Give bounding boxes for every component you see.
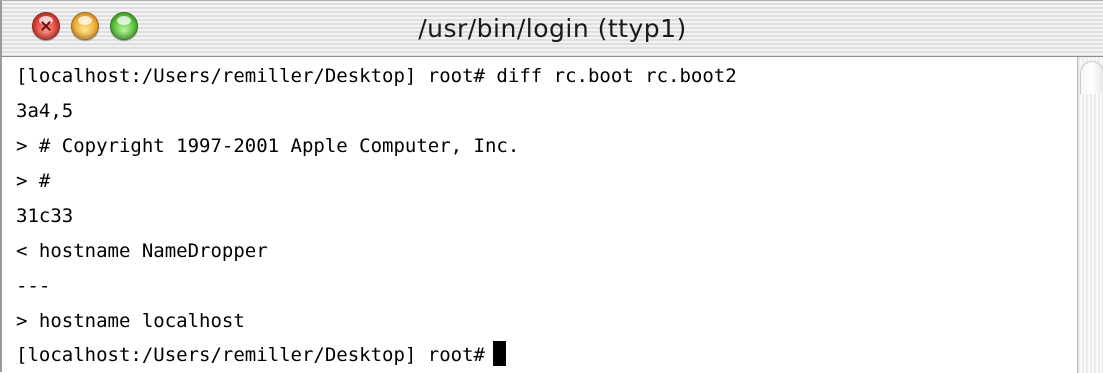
- close-icon: [40, 20, 52, 32]
- terminal-line: < hostname NameDropper: [16, 240, 268, 262]
- scrollbar-track-cap[interactable]: [1080, 61, 1103, 94]
- prompt-text: [localhost:/Users/remiller/Desktop] root…: [16, 344, 485, 366]
- window-title: /usr/bin/login (ttyp1): [418, 14, 687, 43]
- title-bar[interactable]: /usr/bin/login (ttyp1): [2, 1, 1103, 57]
- terminal-output[interactable]: [localhost:/Users/remiller/Desktop] root…: [2, 57, 1077, 373]
- terminal-line: > hostname localhost: [16, 310, 245, 332]
- terminal-line: > # Copyright 1997-2001 Apple Computer, …: [16, 135, 520, 157]
- text-cursor: [493, 341, 506, 366]
- vertical-scrollbar[interactable]: [1077, 57, 1103, 373]
- terminal-line: [localhost:/Users/remiller/Desktop] root…: [16, 65, 737, 87]
- terminal-line: ---: [16, 275, 51, 297]
- prompt-line[interactable]: [localhost:/Users/remiller/Desktop] root…: [16, 340, 506, 370]
- terminal-line: 3a4,5: [16, 100, 74, 122]
- terminal-line: 31c33: [16, 205, 74, 227]
- terminal-line: > #: [16, 170, 51, 192]
- terminal-window: /usr/bin/login (ttyp1) [localhost:/Users…: [0, 0, 1103, 373]
